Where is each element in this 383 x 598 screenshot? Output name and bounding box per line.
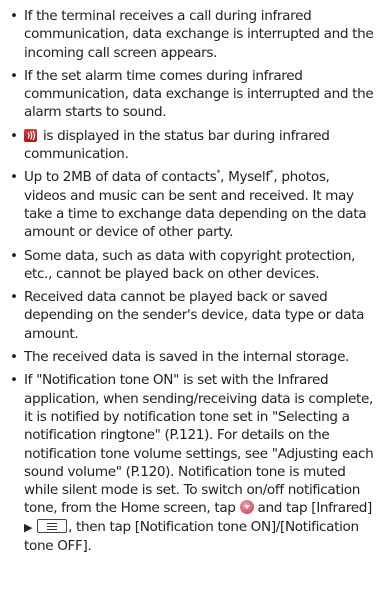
list-item: • The received data is saved in the inte… [8, 348, 375, 366]
arrow-right-icon: ▶ [24, 520, 33, 534]
infrared-status-icon [24, 128, 37, 142]
bullet-dot: • [10, 8, 18, 24]
bullet-text: Up to 2MB of data of contacts [24, 169, 217, 186]
bullet-text: is displayed in the status bar during in… [24, 127, 330, 163]
list-item: • If the set alarm time comes during inf… [8, 67, 375, 122]
bullet-text: Received data cannot be played back or s… [24, 289, 365, 342]
bullet-text: , then tap [Notification tone ON]/[Notif… [24, 518, 359, 555]
bullet-text: Some data, such as data with copyright p… [24, 247, 356, 282]
list-item: • Received data cannot be played back or… [8, 288, 375, 343]
bullet-text: If the set alarm time comes during infra… [24, 67, 374, 121]
bullet-text: If "Notification tone ON" is set with th… [24, 372, 374, 517]
list-item: • Up to 2MB of data of contacts*, Myself… [8, 168, 375, 241]
bullet-dot: • [10, 247, 18, 264]
list-item: • Some data, such as data with copyright… [8, 247, 375, 284]
bullet-text: If the terminal receives a call during i… [24, 8, 374, 61]
list-item: • If the terminal receives a call during… [8, 7, 375, 62]
bullet-dot: • [10, 127, 18, 144]
bullet-text: and tap [Infrared] [253, 500, 373, 517]
app-menu-icon [239, 500, 254, 515]
bullet-dot: • [10, 349, 18, 366]
bullet-text: The received data is saved in the intern… [24, 349, 350, 366]
bullet-dot: • [10, 289, 18, 306]
bullet-list: • If the terminal receives a call during… [8, 7, 375, 555]
bullet-text: , Myself [220, 169, 270, 186]
manual-page: • If the terminal receives a call during… [0, 0, 383, 598]
list-item: • is displayed in the status bar during … [8, 127, 375, 164]
menu-key-icon [37, 518, 68, 533]
bullet-dot: • [10, 67, 18, 84]
bullet-dot: • [10, 372, 18, 389]
bullet-dot: • [10, 169, 18, 186]
list-item: • If "Notification tone ON" is set with … [8, 371, 375, 555]
